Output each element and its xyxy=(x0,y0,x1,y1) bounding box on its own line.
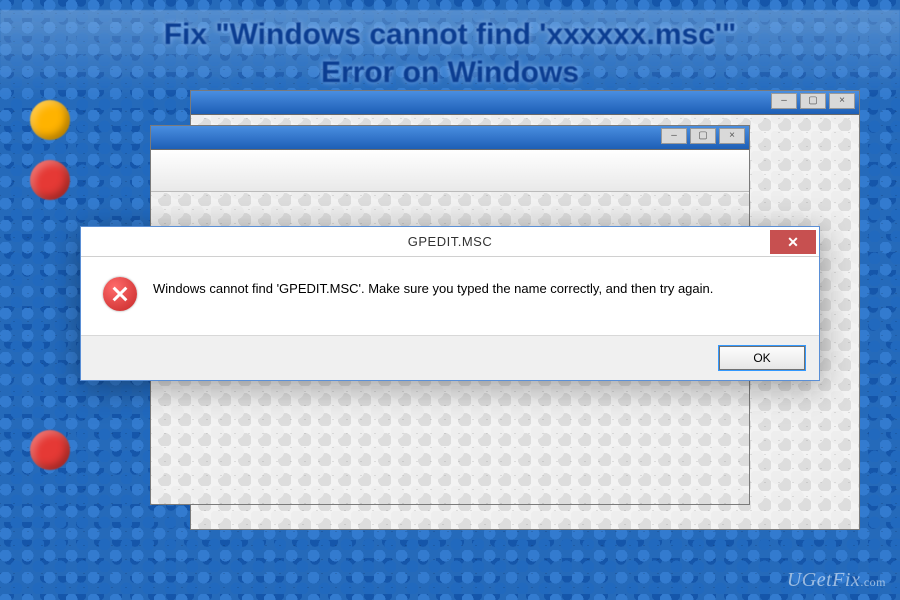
background-window-titlebar: – ▢ × xyxy=(191,91,859,115)
error-icon xyxy=(103,277,137,311)
minimize-icon: – xyxy=(771,93,797,109)
dialog-footer: OK xyxy=(81,335,819,380)
close-icon: × xyxy=(829,93,855,109)
desktop-shortcut-icon xyxy=(30,100,70,140)
maximize-icon: ▢ xyxy=(690,128,716,144)
dialog-message: Windows cannot find 'GPEDIT.MSC'. Make s… xyxy=(153,277,713,311)
error-dialog: GPEDIT.MSC ✕ Windows cannot find 'GPEDIT… xyxy=(80,226,820,381)
maximize-icon: ▢ xyxy=(800,93,826,109)
ok-button[interactable]: OK xyxy=(719,346,805,370)
dialog-title: GPEDIT.MSC xyxy=(81,234,819,249)
close-icon: × xyxy=(719,128,745,144)
dialog-body: Windows cannot find 'GPEDIT.MSC'. Make s… xyxy=(81,257,819,335)
close-button[interactable]: ✕ xyxy=(770,230,816,254)
desktop-shortcut-icon xyxy=(30,160,70,200)
dialog-titlebar: GPEDIT.MSC ✕ xyxy=(81,227,819,257)
minimize-icon: – xyxy=(661,128,687,144)
close-icon: ✕ xyxy=(787,234,799,251)
desktop-shortcut-icon xyxy=(30,430,70,470)
background-window-titlebar: – ▢ × xyxy=(151,126,749,150)
background-window-toolbar xyxy=(151,150,749,192)
